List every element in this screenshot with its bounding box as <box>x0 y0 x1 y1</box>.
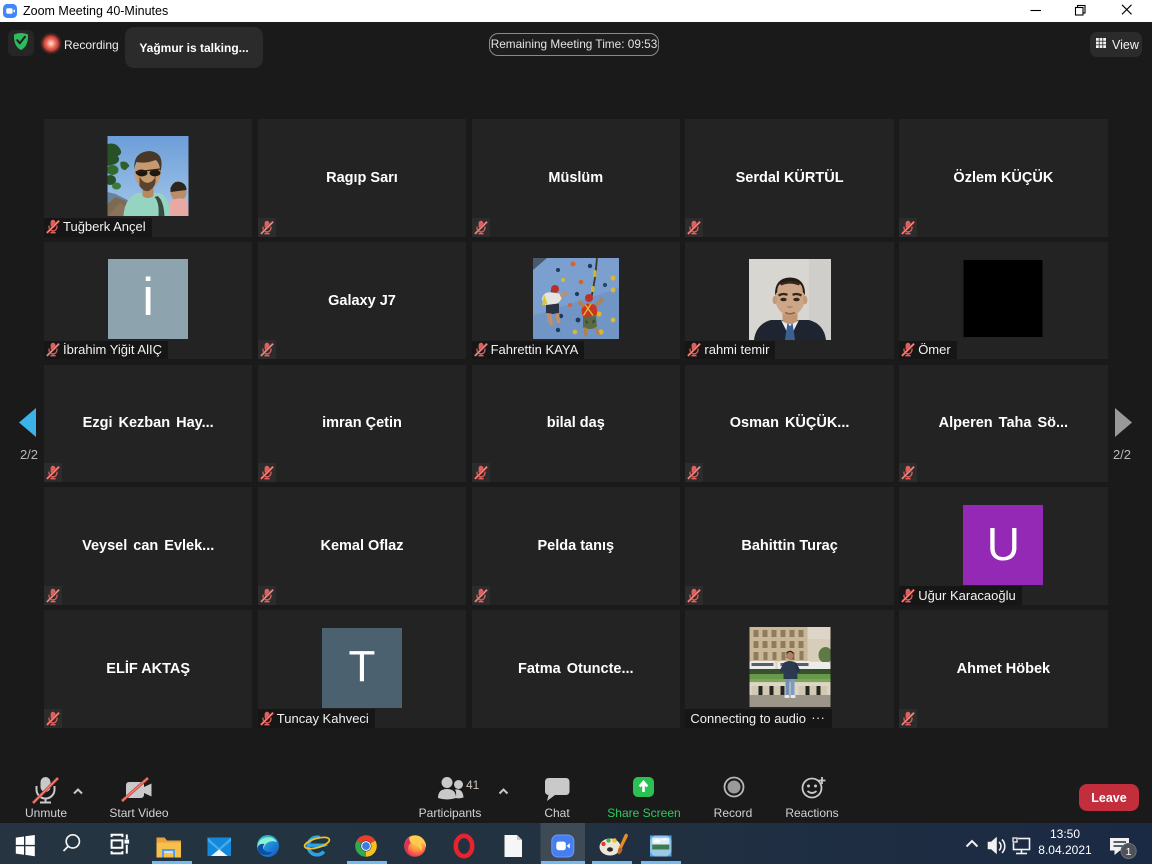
svg-text:1: 1 <box>1126 846 1132 858</box>
svg-text:41: 41 <box>466 778 480 792</box>
